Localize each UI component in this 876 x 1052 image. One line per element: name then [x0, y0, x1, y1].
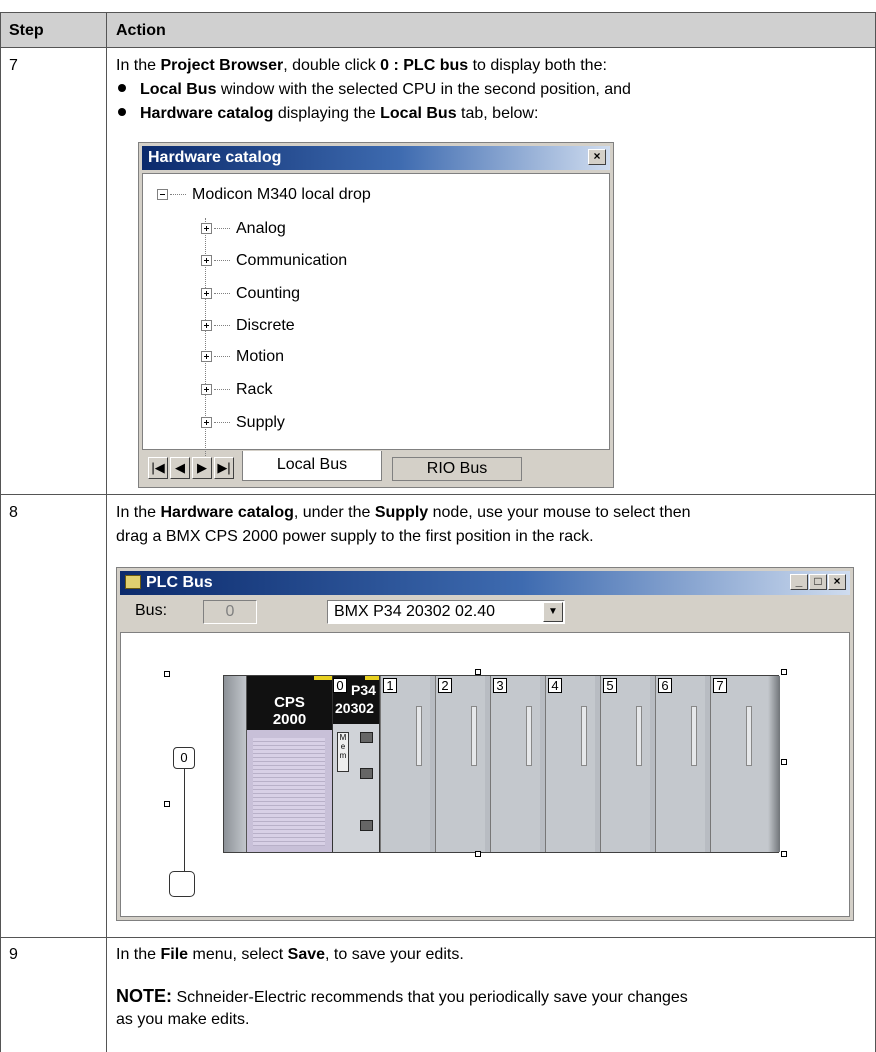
resize-handle[interactable]: [781, 669, 787, 675]
slot-5[interactable]: 5: [600, 676, 650, 852]
close-button[interactable]: ×: [588, 149, 606, 165]
minimize-button[interactable]: _: [790, 574, 808, 590]
expand-icon[interactable]: [201, 417, 212, 428]
tab-rio-bus[interactable]: RIO Bus: [392, 457, 522, 481]
resize-handle[interactable]: [164, 671, 170, 677]
hardware-catalog-window: Hardware catalog × Modicon M340 local dr…: [138, 142, 614, 488]
row7-instruction: In the Project Browser, double click 0 :…: [116, 57, 607, 74]
term-save: Save: [287, 946, 326, 963]
tree-item-counting[interactable]: Counting: [201, 285, 300, 303]
slot-7[interactable]: 7: [710, 676, 768, 852]
plc-bus-window: PLC Bus _ □ × Bus: 0 BMX P34 20302 02.40…: [116, 567, 854, 921]
expand-icon[interactable]: [201, 351, 212, 362]
tree-item-motion[interactable]: Motion: [201, 348, 284, 366]
term-plc-bus: 0 : PLC bus: [380, 57, 469, 74]
cpu-module[interactable]: 0 P34 20302 Mem: [332, 676, 380, 852]
column-divider: [106, 12, 107, 1052]
hardware-catalog-title: Hardware catalog: [148, 149, 282, 166]
tree-item-analog[interactable]: Analog: [201, 220, 286, 238]
cpu-select[interactable]: BMX P34 20302 02.40 ▼: [327, 600, 565, 624]
hardware-catalog-titlebar[interactable]: Hardware catalog ×: [142, 146, 610, 170]
resize-handle[interactable]: [164, 801, 170, 807]
term-supply: Supply: [374, 504, 429, 521]
row8-bottom-border: [0, 937, 876, 938]
last-tab-icon[interactable]: ▶|: [214, 457, 234, 479]
plc-bus-icon: [125, 575, 141, 589]
slot-6[interactable]: 6: [655, 676, 705, 852]
row9-instruction: In the File menu, select Save, to save y…: [116, 946, 464, 963]
bus-node-0[interactable]: 0: [173, 747, 195, 769]
close-button[interactable]: ×: [828, 574, 846, 590]
header-bottom-border: [0, 47, 876, 48]
table-left-border: [0, 12, 1, 1052]
expand-icon[interactable]: [201, 255, 212, 266]
collapse-icon[interactable]: [157, 189, 168, 200]
power-supply-module[interactable]: CPS 2000: [246, 676, 332, 852]
row8-instruction-line2: drag a BMX CPS 2000 power supply to the …: [116, 528, 594, 545]
memory-card-icon: Mem: [337, 732, 349, 772]
next-tab-icon[interactable]: ▶: [192, 457, 212, 479]
tree-item-discrete[interactable]: Discrete: [201, 317, 295, 335]
catalog-tree: Modicon M340 local drop Analog Communica…: [142, 173, 610, 458]
first-tab-icon[interactable]: |◀: [148, 457, 168, 479]
maximize-button[interactable]: □: [809, 574, 827, 590]
resize-handle[interactable]: [781, 759, 787, 765]
slot-3[interactable]: 3: [490, 676, 540, 852]
catalog-tab-bar: |◀ ◀ ▶ ▶| Local Bus RIO Bus: [142, 451, 610, 485]
tree-root-modicon[interactable]: Modicon M340 local drop: [157, 186, 371, 204]
slot-1[interactable]: 1: [380, 676, 430, 852]
term-project-browser: Project Browser: [160, 57, 284, 74]
term-hardware-catalog: Hardware catalog: [160, 504, 294, 521]
port-icon: [360, 820, 373, 831]
tree-item-rack[interactable]: Rack: [201, 381, 272, 399]
rack[interactable]: CPS 2000 0 P34 20302 Mem 1 2 3 4 5 6 7: [223, 675, 780, 853]
tree-item-communication[interactable]: Communication: [201, 252, 347, 270]
slot-number-0: 0: [333, 678, 347, 693]
bus-node-empty[interactable]: [169, 871, 195, 897]
power-supply-vents: [253, 738, 325, 846]
header-divider: [106, 12, 107, 48]
row8-instruction-line1: In the Hardware catalog, under the Suppl…: [116, 504, 691, 521]
bus-label: Bus:: [135, 602, 168, 619]
slot-4[interactable]: 4: [545, 676, 595, 852]
step-number-9: 9: [9, 946, 18, 963]
plc-bus-titlebar[interactable]: PLC Bus _ □ ×: [120, 571, 850, 595]
chevron-down-icon[interactable]: ▼: [543, 602, 563, 622]
step-number-8: 8: [9, 504, 18, 521]
rack-left-rail: [224, 676, 246, 852]
tab-local-bus[interactable]: Local Bus: [242, 451, 382, 481]
plc-bus-title: PLC Bus: [146, 574, 213, 591]
bullet-hardware-catalog: Hardware catalog displaying the Local Bu…: [118, 103, 538, 125]
bullet-dot: [118, 84, 126, 92]
port-icon: [360, 732, 373, 743]
note-label: NOTE:: [116, 986, 172, 1006]
bus-number-field: 0: [203, 600, 257, 624]
resize-handle[interactable]: [475, 669, 481, 675]
header-action: Action: [116, 22, 166, 39]
resize-handle[interactable]: [475, 851, 481, 857]
header-step: Step: [9, 22, 44, 39]
expand-icon[interactable]: [201, 288, 212, 299]
rack-canvas: 0 CPS 2000 0 P34 20302 Mem 1 2 3 4 5 6 7: [120, 632, 850, 917]
expand-icon[interactable]: [201, 320, 212, 331]
tree-item-supply[interactable]: Supply: [201, 414, 285, 432]
bullet-local-bus: Local Bus window with the selected CPU i…: [118, 79, 631, 101]
slot-2[interactable]: 2: [435, 676, 485, 852]
expand-icon[interactable]: [201, 223, 212, 234]
note-line1: NOTE: Schneider-Electric recommends that…: [116, 986, 688, 1006]
term-file: File: [160, 946, 189, 963]
prev-tab-icon[interactable]: ◀: [170, 457, 190, 479]
bus-connector-line: [184, 769, 185, 871]
rack-end-cap: [768, 676, 780, 852]
row7-bottom-border: [0, 494, 876, 495]
instruction-table: Step Action 7 In the Project Browser, do…: [0, 0, 876, 1052]
bullet-dot: [118, 108, 126, 116]
expand-icon[interactable]: [201, 384, 212, 395]
note-line2: as you make edits.: [116, 1011, 250, 1028]
port-icon: [360, 768, 373, 779]
step-number-7: 7: [9, 57, 18, 74]
resize-handle[interactable]: [781, 851, 787, 857]
